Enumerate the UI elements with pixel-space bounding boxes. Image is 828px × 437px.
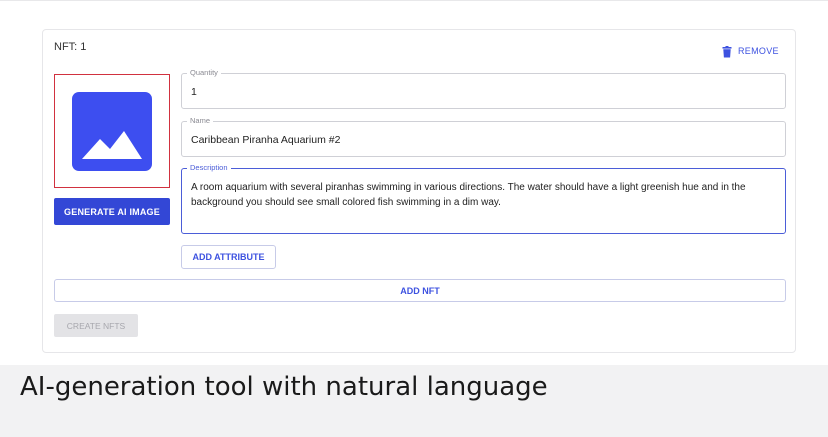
create-nfts-button: CREATE NFTS: [54, 314, 138, 337]
generate-ai-image-button[interactable]: GENERATE AI IMAGE: [54, 198, 170, 225]
caption-text: AI-generation tool with natural language: [20, 372, 548, 402]
nft-image-frame[interactable]: [54, 74, 170, 188]
nft-title: NFT: 1: [54, 41, 87, 53]
name-field[interactable]: Name Caribbean Piranha Aquarium #2: [181, 116, 786, 157]
description-label: Description: [187, 163, 231, 173]
quantity-field[interactable]: Quantity 1: [181, 68, 786, 109]
app-frame: NFT: 1 REMOVE GENERATE AI IMAGE Quantity…: [0, 0, 828, 365]
description-field[interactable]: Description A room aquarium with several…: [181, 163, 786, 234]
name-value: Caribbean Piranha Aquarium #2: [191, 134, 341, 146]
add-attribute-button[interactable]: ADD ATTRIBUTE: [181, 245, 276, 269]
name-label: Name: [187, 116, 214, 126]
trash-icon: [722, 45, 732, 58]
image-placeholder-icon: [72, 92, 152, 171]
quantity-value: 1: [191, 86, 197, 98]
description-value: A room aquarium with several piranhas sw…: [191, 182, 746, 208]
remove-button[interactable]: REMOVE: [722, 44, 779, 58]
remove-label: REMOVE: [738, 46, 779, 56]
quantity-label: Quantity: [187, 68, 221, 78]
add-nft-button[interactable]: ADD NFT: [54, 279, 786, 302]
